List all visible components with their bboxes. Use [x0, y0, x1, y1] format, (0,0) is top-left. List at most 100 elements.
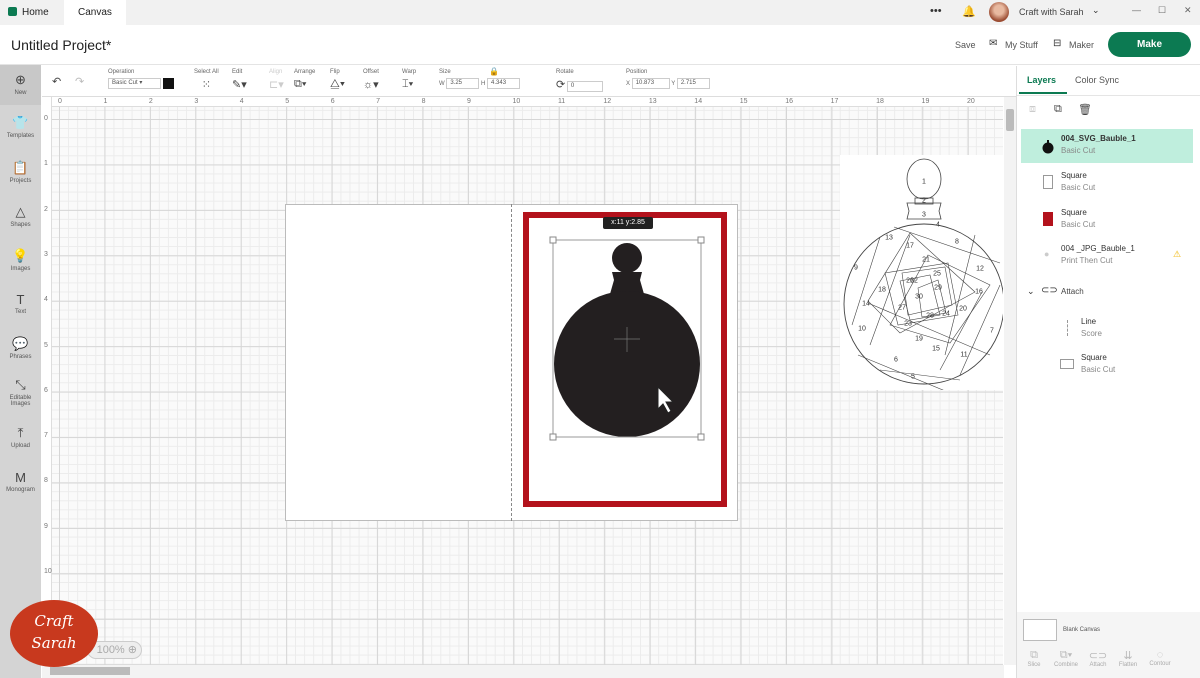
- layer-item[interactable]: Square Basic Cut: [1041, 348, 1191, 382]
- contour-button[interactable]: ◌ Contour: [1147, 649, 1173, 667]
- offset-button[interactable]: Offset ☼▾: [363, 69, 379, 91]
- ruler-tick: 0: [44, 115, 48, 122]
- redo-icon[interactable]: ↷: [75, 75, 84, 88]
- pattern-number: 30: [915, 294, 923, 301]
- score-line[interactable]: [511, 204, 512, 521]
- ruler-tick: 20: [967, 98, 975, 105]
- tab-bar: Home Canvas ••• 🔔 Craft with Sarah ⌄ — ☐…: [0, 0, 1200, 25]
- vertical-scrollbar[interactable]: [1004, 97, 1016, 665]
- templates-icon: 👕: [12, 115, 29, 130]
- my-stuff-button[interactable]: My Stuff: [1005, 40, 1038, 50]
- sidebar-item-templates[interactable]: 👕 Templates: [0, 115, 41, 139]
- sidebar-item-new[interactable]: ⊕ New: [0, 65, 41, 105]
- group-icon[interactable]: ⧈: [1029, 103, 1036, 116]
- warning-icon[interactable]: ⚠: [1173, 249, 1181, 260]
- flip-icon: ⧋▾: [330, 78, 346, 90]
- scrollbar-thumb[interactable]: [1006, 109, 1014, 131]
- select-all-button[interactable]: Select All ⁙: [194, 69, 219, 91]
- ruler-tick: 2: [44, 205, 48, 213]
- arrange-button[interactable]: Arrange ⧉▾: [294, 69, 315, 91]
- align-button[interactable]: Align ⊏▾: [269, 69, 284, 91]
- operation-select[interactable]: Basic Cut ▾: [108, 78, 161, 89]
- avatar[interactable]: [989, 2, 1009, 22]
- bauble-pattern-image[interactable]: 1234567891011121314151617181920212223242…: [840, 155, 1003, 390]
- chevron-down-icon[interactable]: ⌄: [1092, 5, 1100, 16]
- ruler-tick: 1: [103, 98, 108, 105]
- position-group: Position X 10.873 Y 2.715: [626, 69, 710, 89]
- height-input[interactable]: 4.343: [487, 78, 521, 89]
- pattern-number: 28: [926, 313, 934, 320]
- edit-button[interactable]: Edit ✎▾: [232, 69, 247, 91]
- pattern-number: 24: [942, 311, 950, 318]
- attach-icon: ⊂⊃: [1041, 285, 1058, 296]
- sidebar-item-shapes[interactable]: △ Shapes: [0, 204, 41, 228]
- pattern-number: 23: [904, 321, 912, 328]
- x-input[interactable]: 10.873: [631, 78, 670, 89]
- warp-button[interactable]: Warp ⌶▾: [402, 69, 416, 91]
- delete-icon[interactable]: 🗑: [1078, 103, 1092, 116]
- maximize-button[interactable]: ☐: [1158, 5, 1166, 16]
- tab-canvas[interactable]: Canvas: [64, 0, 126, 25]
- tab-color-sync[interactable]: Color Sync: [1075, 75, 1119, 85]
- tab-layers[interactable]: Layers: [1027, 75, 1056, 85]
- minimize-button[interactable]: —: [1132, 5, 1141, 15]
- pattern-number: 15: [932, 346, 940, 353]
- undo-icon[interactable]: ↶: [52, 75, 61, 88]
- group-attach[interactable]: Attach: [1061, 287, 1084, 296]
- layer-item[interactable]: 004_SVG_Bauble_1 Basic Cut: [1021, 129, 1193, 163]
- ruler-tick: 19: [921, 98, 930, 105]
- pattern-number: 3: [922, 212, 926, 219]
- align-icon: ⊏▾: [269, 79, 284, 91]
- color-swatch[interactable]: [162, 78, 174, 89]
- pattern-number: 26: [906, 278, 914, 285]
- sidebar-item-images[interactable]: 💡 Images: [0, 248, 41, 272]
- ruler-tick: 9: [44, 522, 48, 530]
- editable-images-icon: ⤡: [15, 377, 26, 392]
- tab-home[interactable]: Home: [0, 0, 59, 25]
- scrollbar-thumb[interactable]: [50, 667, 130, 675]
- ruler-tick: 11: [557, 98, 566, 105]
- pattern-number: 1: [922, 179, 926, 186]
- duplicate-icon[interactable]: ⧉: [1054, 103, 1062, 116]
- make-button[interactable]: Make: [1108, 32, 1191, 57]
- layer-item[interactable]: Line Score: [1041, 312, 1191, 346]
- layer-item[interactable]: ● 004 _JPG_Bauble_1 Print Then Cut ⚠: [1021, 239, 1193, 273]
- bauble-svg[interactable]: [542, 232, 712, 442]
- sidebar-item-text[interactable]: T Text: [0, 292, 41, 315]
- chevron-down-icon[interactable]: ⌄: [1027, 286, 1035, 297]
- sidebar-item-projects[interactable]: 📋 Projects: [0, 160, 41, 184]
- text-icon: T: [16, 292, 25, 307]
- my-stuff-icon: ✉: [989, 38, 998, 49]
- close-button[interactable]: ✕: [1184, 5, 1192, 16]
- design-canvas[interactable]: x:11 y:2.85 1 2 3 4 5 6 7 8 9 10 11 12 13 14 15 16 17 18 1…: [42, 97, 1003, 665]
- shapes-icon: △: [15, 204, 26, 219]
- y-input[interactable]: 2.715: [676, 78, 710, 89]
- sidebar-item-upload[interactable]: ⤒ Upload: [0, 425, 41, 449]
- layer-item[interactable]: Square Basic Cut: [1021, 166, 1193, 200]
- layer-item[interactable]: Square Basic Cut: [1021, 203, 1193, 237]
- sidebar-item-monogram[interactable]: M Monogram: [0, 470, 41, 493]
- pattern-number: 19: [915, 336, 923, 343]
- lock-icon[interactable]: 🔒: [489, 67, 499, 76]
- flatten-button[interactable]: ⇊ Flatten: [1115, 649, 1141, 668]
- sidebar-item-phrases[interactable]: 💬 Phrases: [0, 336, 41, 360]
- ruler-tick: 2: [148, 98, 153, 105]
- maker-button[interactable]: Maker: [1069, 40, 1094, 50]
- width-input[interactable]: 3.25: [446, 78, 480, 89]
- more-icon[interactable]: •••: [930, 5, 942, 17]
- user-menu[interactable]: Craft with Sarah: [1019, 7, 1084, 17]
- pattern-number: 5: [911, 374, 915, 381]
- save-button[interactable]: Save: [955, 40, 976, 50]
- left-sidebar: ⊕ New 👕 Templates 📋 Projects △ Shapes 💡 Image…: [0, 65, 41, 678]
- sidebar-item-editable-images[interactable]: ⤡ Editable Images: [0, 377, 41, 407]
- project-title[interactable]: Untitled Project*: [11, 37, 111, 53]
- horizontal-scrollbar[interactable]: [42, 665, 1004, 678]
- rotate-input[interactable]: 0: [566, 80, 603, 92]
- attach-button[interactable]: ⊂⊃ Attach: [1085, 649, 1111, 668]
- slice-button[interactable]: ⧉ Slice: [1021, 649, 1047, 668]
- bell-icon[interactable]: 🔔: [962, 5, 976, 18]
- flip-button[interactable]: Flip ⧋▾: [330, 69, 345, 91]
- blank-canvas-swatch[interactable]: [1023, 619, 1057, 641]
- combine-button[interactable]: ⧉▾ Combine: [1051, 649, 1081, 668]
- pattern-number: 2: [922, 198, 926, 205]
